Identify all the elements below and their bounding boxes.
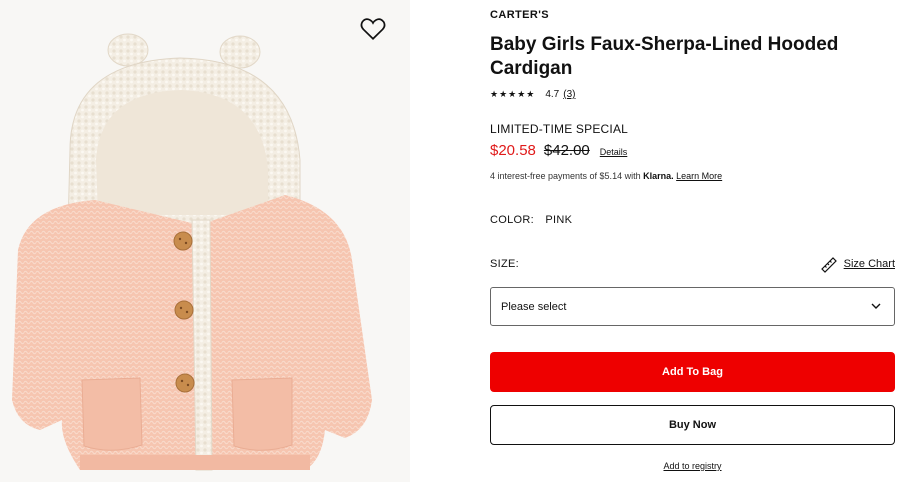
size-label: SIZE: <box>490 258 520 270</box>
ruler-icon <box>820 257 837 273</box>
rating-summary: ★★★★★ 4.7 (3) <box>490 89 575 100</box>
star-rating-icon: ★★★★★ <box>490 89 536 99</box>
price-row: $20.58 $42.00 Details <box>490 142 627 159</box>
color-value: PINK <box>545 214 573 226</box>
size-chart-link[interactable]: Size Chart <box>820 255 895 273</box>
buy-now-button[interactable]: Buy Now <box>490 405 895 445</box>
brand-name[interactable]: CARTER'S <box>490 9 549 21</box>
klarna-installments: 4 interest-free payments of $5.14 with K… <box>490 171 722 181</box>
price-details-link[interactable]: Details <box>600 147 628 157</box>
learn-more-link[interactable]: Learn More <box>676 171 722 181</box>
color-row: COLOR: PINK <box>490 214 572 226</box>
rating-value: 4.7 <box>545 89 560 100</box>
sale-price: $20.58 <box>490 142 536 159</box>
product-image-panel <box>0 0 410 482</box>
installments-text: 4 interest-free payments of $5.14 with <box>490 171 641 181</box>
review-count-link[interactable]: (3) <box>563 89 575 100</box>
size-select[interactable]: Please select <box>490 287 895 326</box>
color-label: COLOR: <box>490 214 534 226</box>
heart-icon <box>360 18 386 40</box>
product-title: Baby Girls Faux-Sherpa-Lined Hooded Card… <box>490 34 839 79</box>
original-price: $42.00 <box>543 142 590 159</box>
klarna-logo: Klarna. <box>643 171 674 181</box>
deal-label: LIMITED-TIME SPECIAL <box>490 122 629 136</box>
product-image <box>12 33 372 471</box>
size-chart-label: Size Chart <box>843 258 895 270</box>
size-select-value: Please select <box>501 300 567 313</box>
registry-row: Add to registry <box>490 461 895 471</box>
add-to-bag-button[interactable]: Add To Bag <box>490 352 895 392</box>
wishlist-heart-button[interactable] <box>360 17 386 41</box>
add-to-registry-link[interactable]: Add to registry <box>663 461 721 471</box>
chevron-down-icon <box>871 303 881 309</box>
